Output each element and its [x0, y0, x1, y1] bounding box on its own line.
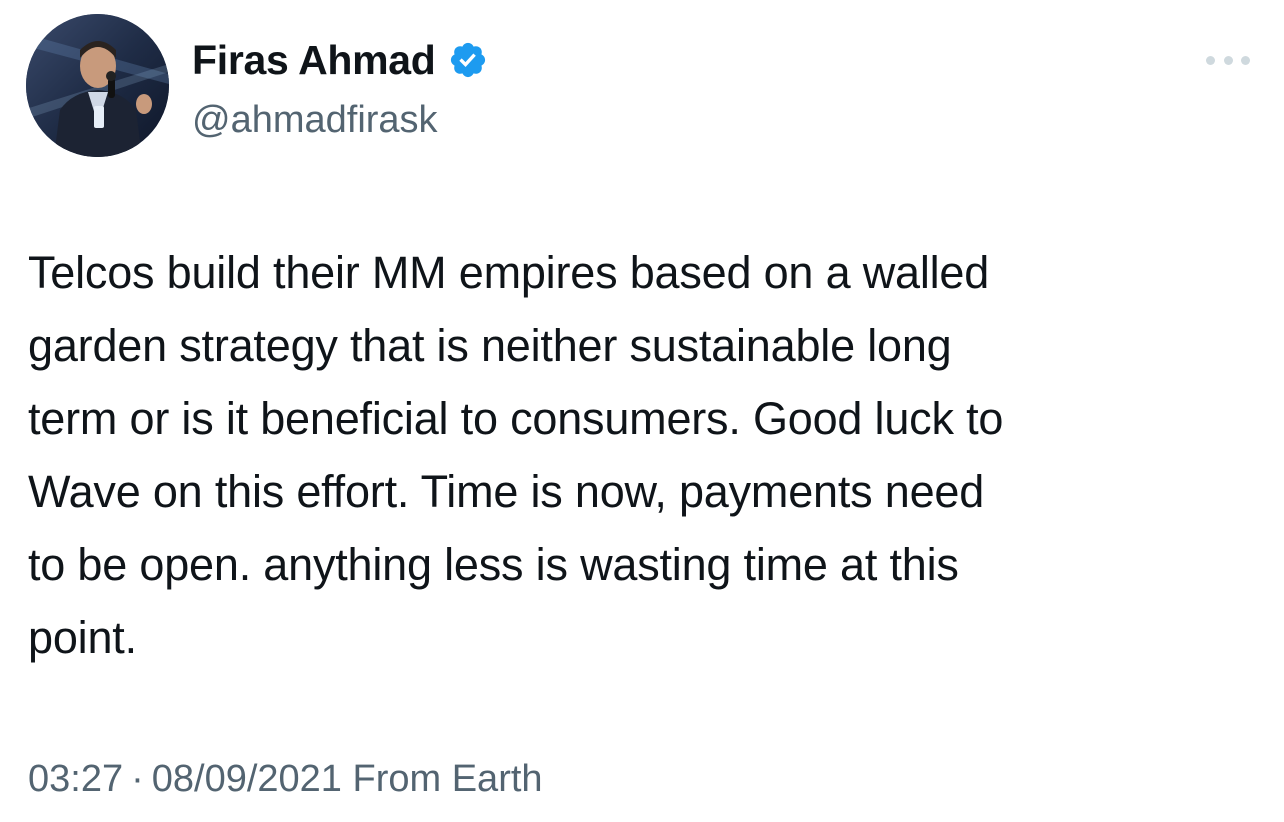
author-names: Firas Ahmad @ahmadfirask [192, 36, 488, 142]
more-dot [1241, 55, 1250, 65]
tweet-text: Telcos build their MM empires based on a… [28, 247, 1004, 663]
author-handle[interactable]: @ahmadfirask [192, 98, 488, 142]
more-options-icon[interactable] [1206, 50, 1250, 70]
tweet-time[interactable]: 03:27 [28, 758, 123, 800]
tweet-source[interactable]: From Earth [353, 758, 543, 800]
tweet-meta: 03:27 · 08/09/2021 From Earth [28, 756, 543, 802]
avatar[interactable] [26, 14, 169, 157]
display-name-row: Firas Ahmad [192, 36, 488, 84]
tweet-card: Firas Ahmad @ahmadfirask Telcos build th… [0, 0, 1284, 822]
tweet-date[interactable]: 08/09/2021 [152, 758, 342, 800]
verified-badge-icon [450, 42, 485, 78]
avatar-photo [26, 14, 169, 157]
tweet-header: Firas Ahmad @ahmadfirask [26, 14, 1258, 160]
display-name[interactable]: Firas Ahmad [192, 36, 436, 84]
more-dot [1206, 55, 1215, 65]
meta-separator: · [131, 758, 144, 800]
more-dot [1223, 55, 1233, 65]
